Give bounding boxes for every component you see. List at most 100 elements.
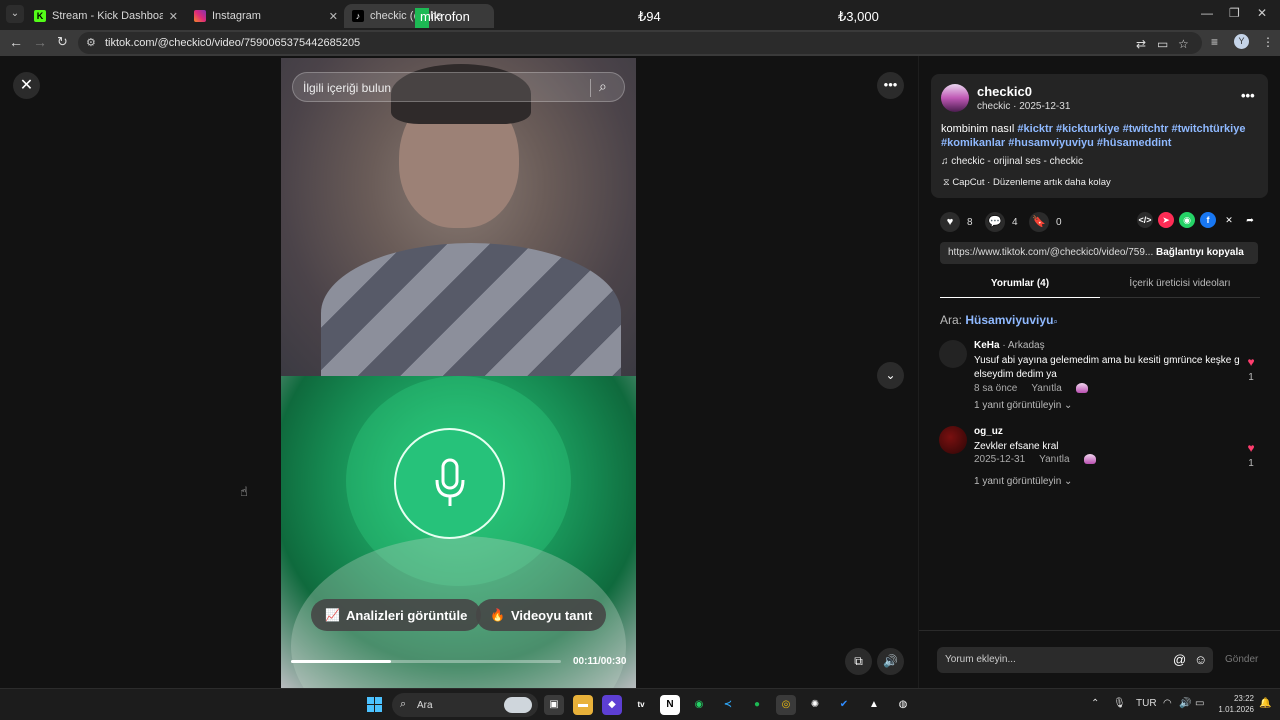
wifi-icon[interactable]: ◠ [1163,698,1172,709]
tab-comments[interactable]: Yorumlar (4) [940,272,1100,298]
tray-mic-icon[interactable]: 🎙 [1113,698,1126,709]
browser-menu-icon[interactable]: ⋮ [1262,35,1274,49]
notion-icon[interactable]: N [660,695,680,715]
speaker-icon[interactable]: 🔊 [1179,698,1191,709]
volume-button[interactable]: 🔊 [877,648,904,675]
more-options-button[interactable]: ••• [877,72,904,99]
bookmark-star-icon[interactable]: ☆ [1178,37,1189,51]
search-divider [590,79,591,97]
like-action[interactable]: ♥ 8 [940,212,973,232]
reply-button[interactable]: Yanıtla [1039,454,1069,465]
tab-creator-videos[interactable]: İçerik üreticisi videoları [1100,272,1260,298]
translate-icon[interactable]: ⇄ [1136,37,1146,51]
reply-button[interactable]: Yanıtla [1031,383,1061,394]
embed-icon[interactable]: </> [1137,212,1153,228]
view-replies-button[interactable]: 1 yanıt görüntüleyin ⌄ [974,400,1072,411]
minimize-icon[interactable]: — [1201,6,1213,20]
profile-avatar[interactable]: Y [1234,34,1249,49]
todo-icon[interactable]: ✔ [834,695,854,715]
x-twitter-icon[interactable]: ✕ [1221,212,1237,228]
send-comment-button[interactable]: Gönder [1225,654,1258,665]
tab-kick-dashboard[interactable]: K Stream - Kick Dashboard ✕ [26,4,186,28]
battery-icon[interactable]: ▭ [1195,698,1204,709]
cast-icon[interactable]: ▭ [1157,37,1168,51]
view-analytics-button[interactable]: 📈 Analizleri görüntüle [311,599,482,631]
bookmark-icon[interactable]: 🔖 [1029,212,1049,232]
commenter-avatar[interactable] [939,340,967,368]
address-bar[interactable]: ⚙ tiktok.com/@checkic0/video/75900653754… [78,32,1202,54]
copy-link-button[interactable]: Bağlantıyı kopyala [1156,247,1244,258]
notifications-icon[interactable]: 🔔 [1259,698,1271,709]
back-icon[interactable]: ← [9,34,23,50]
floating-player-button[interactable]: ⧉ [845,648,872,675]
taskbar-clock[interactable]: 23:22 1.01.2026 [1214,693,1254,715]
video-link-text[interactable]: https://www.tiktok.com/@checkic0/video/7… [948,247,1153,258]
sound-link[interactable]: ♫ checkic - orijinal ses - checkic [941,156,1083,167]
file-explorer-icon[interactable]: ▬ [573,695,593,715]
chrome-icon[interactable]: ◎ [776,695,796,715]
app-cube-icon[interactable]: ▲ [864,695,884,715]
close-tab-icon[interactable]: ✕ [169,10,178,23]
commenter-avatar[interactable] [939,426,967,454]
video-time: 00:11/00:30 [573,656,627,667]
post-info-card: checkic0 checkic · 2025-12-31 ••• kombin… [931,74,1268,198]
commenter-name[interactable]: KeHa · Arkadaş [974,340,1045,351]
site-info-icon[interactable]: ⚙ [86,36,96,49]
comment-count: 4 [1012,216,1018,228]
creator-username[interactable]: checkic0 [977,84,1032,99]
search-icon[interactable]: ⌕ [599,78,607,95]
caption-text: kombinim nasıl [941,123,1018,135]
save-action[interactable]: 🔖 0 [1029,212,1062,232]
promote-video-button[interactable]: 🔥 Videoyu tanıt [476,599,607,631]
tray-expand-icon[interactable]: ⌃ [1091,698,1099,709]
capcut-link[interactable]: ⧖ CapCut · Düzenleme artık daha kolay [941,175,1117,192]
video-player[interactable]: İlgili içeriği bulun ⌕ 📈 Analizleri görü… [281,58,636,688]
restore-icon[interactable]: ❐ [1229,6,1240,20]
video-progress-bar[interactable] [291,660,561,663]
language-indicator[interactable]: TUR [1136,698,1157,709]
vscode-icon[interactable]: ≺ [718,695,738,715]
search-prefix: Ara: [940,313,963,327]
close-tab-icon[interactable]: ✕ [329,10,338,23]
post-more-icon[interactable]: ••• [1241,88,1255,103]
search-term[interactable]: Hüsamviyuviyu [965,313,1053,327]
tab-search-button[interactable]: ⌄ [6,5,24,23]
view-replies-button[interactable]: 1 yanıt görüntüleyin ⌄ [974,476,1072,487]
tab-instagram[interactable]: Instagram ✕ [186,4,346,28]
send-to-friends-icon[interactable]: ➤ [1158,212,1174,228]
comment-icon[interactable]: 💬 [985,212,1005,232]
comment-action[interactable]: 💬 4 [985,212,1018,232]
comment-like-count: 1 [1248,372,1254,383]
heart-icon[interactable]: ♥ [940,212,960,232]
whatsapp-icon[interactable]: ◉ [1179,212,1195,228]
share-icon[interactable]: ➦ [1242,212,1258,228]
reload-icon[interactable]: ↻ [57,34,68,50]
creator-avatar[interactable] [941,84,969,112]
whatsapp-taskbar-icon[interactable]: ◉ [689,695,709,715]
obs-icon[interactable]: ◍ [893,695,913,715]
taskbar-search[interactable]: ⌕ Ara [392,693,538,717]
emoji-icon[interactable]: ☺ [1194,652,1207,667]
next-video-button[interactable]: ⌄ [877,362,904,389]
comment-like-icon[interactable]: ♥ [1244,441,1258,455]
reading-list-icon[interactable]: ≡ [1211,35,1218,49]
teams-icon[interactable]: ◆ [602,695,622,715]
facebook-icon[interactable]: f [1200,212,1216,228]
sticker-icon[interactable] [1075,383,1088,394]
apple-tv-icon[interactable]: tv [631,695,651,715]
chatgpt-icon[interactable]: ✺ [805,695,825,715]
overlay-amount-1: ₺94 [638,9,661,24]
task-view-icon[interactable]: ▣ [544,695,564,715]
comment-search-suggestion[interactable]: Ara: Hüsamviyuviyu⌕ [940,313,1058,327]
forward-icon[interactable]: → [33,34,47,50]
related-search-input[interactable]: İlgili içeriği bulun ⌕ [292,72,625,102]
sticker-icon[interactable] [1083,454,1096,465]
comment-input[interactable]: Yorum ekleyin... @ ☺ [937,647,1213,673]
mention-icon[interactable]: @ [1173,652,1186,667]
close-video-button[interactable]: ✕ [13,72,40,99]
windows-start-icon[interactable] [367,697,382,712]
window-close-icon[interactable]: ✕ [1257,6,1267,20]
commenter-name[interactable]: og_uz [974,426,1003,437]
spotify-icon[interactable]: ● [747,695,767,715]
comment-like-icon[interactable]: ♥ [1244,355,1258,369]
